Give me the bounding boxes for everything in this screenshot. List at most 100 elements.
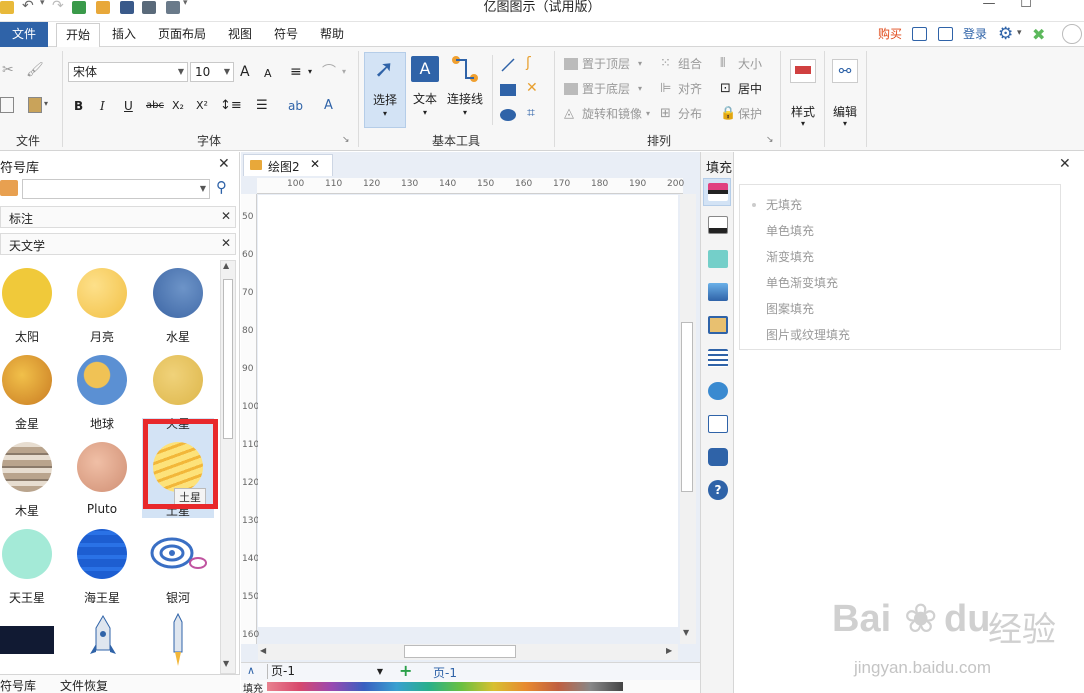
line-spacing-icon[interactable]: ↕≡ bbox=[220, 97, 242, 115]
scroll-up-icon[interactable]: ▲ bbox=[223, 261, 229, 270]
ellipse-icon[interactable] bbox=[500, 109, 516, 121]
select-tool-button[interactable]: ➚ 选择 ▾ bbox=[364, 52, 406, 128]
close-icon[interactable]: ✕ bbox=[221, 209, 231, 223]
hyperlink-icon[interactable] bbox=[708, 382, 728, 400]
document-tab[interactable]: 绘图2 ✕ bbox=[243, 154, 333, 176]
shape-scrollbar[interactable]: ▲ ▼ bbox=[220, 260, 236, 674]
highlight-icon[interactable]: ab bbox=[288, 97, 303, 115]
starfield-shape[interactable] bbox=[0, 626, 54, 654]
scroll-down-icon[interactable]: ▼ bbox=[223, 659, 229, 668]
text-direction-icon[interactable]: ⌒ bbox=[322, 63, 336, 81]
text-tool-button[interactable]: A 文本 ▾ bbox=[408, 52, 442, 128]
point-icon[interactable]: ✕ bbox=[526, 80, 538, 96]
fill-option-single-gradient[interactable]: 单色渐变填充 bbox=[750, 275, 838, 291]
neptune-shape[interactable] bbox=[77, 529, 127, 579]
line-icon[interactable] bbox=[500, 57, 516, 73]
jupiter-shape[interactable] bbox=[2, 442, 52, 492]
mercury-shape[interactable] bbox=[153, 268, 203, 318]
chevron-down-icon[interactable]: ▾ bbox=[646, 105, 650, 123]
fill-tab-button[interactable] bbox=[703, 178, 731, 206]
font-size-select[interactable]: 10 ▼ bbox=[190, 62, 234, 82]
page-tab[interactable]: 页-1 bbox=[433, 664, 457, 681]
avatar[interactable] bbox=[1062, 24, 1082, 44]
category-bar-annotation[interactable]: 标注 ✕ bbox=[0, 206, 236, 228]
underline-button[interactable]: U bbox=[124, 97, 133, 115]
group-button[interactable]: 组合 bbox=[678, 55, 702, 73]
chevron-up-icon[interactable]: ∧ bbox=[247, 664, 255, 677]
send-back-button[interactable]: 置于底层 bbox=[582, 80, 630, 98]
login-link[interactable]: 登录 bbox=[963, 22, 987, 47]
format-painter-icon[interactable]: ✂ bbox=[2, 62, 14, 78]
connector-tool-button[interactable]: 连接线 ▾ bbox=[444, 52, 486, 128]
fill-option-picture-texture[interactable]: 图片或纹理填充 bbox=[750, 327, 850, 343]
attachment-icon[interactable] bbox=[708, 415, 728, 433]
line-style-icon[interactable] bbox=[708, 216, 728, 234]
page-select[interactable]: 页-1 ▼ bbox=[267, 664, 385, 679]
copy-icon[interactable] bbox=[0, 97, 14, 113]
search-icon[interactable]: ⚲ bbox=[216, 178, 227, 196]
superscript-button[interactable]: X² bbox=[196, 97, 208, 115]
tab-view[interactable]: 视图 bbox=[220, 22, 260, 47]
bold-button[interactable]: B bbox=[74, 97, 83, 115]
settings-dropdown-icon[interactable]: ▾ bbox=[1017, 28, 1022, 38]
venus-shape[interactable] bbox=[2, 355, 52, 405]
chevron-down-icon[interactable]: ▾ bbox=[342, 63, 346, 81]
fill-option-none[interactable]: 无填充 bbox=[750, 197, 802, 213]
buy-link[interactable]: 购买 bbox=[878, 22, 902, 47]
close-icon[interactable]: ✕ bbox=[1059, 156, 1071, 172]
category-bar-astronomy[interactable]: 天文学 ✕ bbox=[0, 233, 236, 255]
align-text-icon[interactable]: ≡ bbox=[290, 63, 302, 81]
fill-option-gradient[interactable]: 渐变填充 bbox=[750, 249, 814, 265]
style-button[interactable]: 样式 ▾ bbox=[788, 55, 818, 131]
arrange-dialog-launcher-icon[interactable]: ↘ bbox=[766, 131, 774, 149]
scroll-right-icon[interactable]: ▶ bbox=[666, 646, 672, 655]
minimize-button[interactable]: — bbox=[978, 0, 1000, 12]
bullet-list-icon[interactable]: ☰ bbox=[256, 97, 268, 115]
data-icon[interactable] bbox=[708, 349, 728, 367]
align-button[interactable]: 对齐 bbox=[678, 80, 702, 98]
center-button[interactable]: 居中 bbox=[738, 80, 762, 98]
brush-icon[interactable]: 🖌 bbox=[26, 62, 44, 78]
protect-button[interactable]: 保护 bbox=[738, 105, 762, 123]
symbol-search-input[interactable]: ▼ bbox=[22, 179, 210, 199]
comment-icon[interactable] bbox=[708, 448, 728, 466]
layer-icon[interactable] bbox=[708, 316, 728, 334]
color-swatches[interactable] bbox=[267, 682, 623, 691]
scrollbar-thumb[interactable] bbox=[404, 645, 516, 658]
scrollbar-thumb[interactable] bbox=[681, 322, 693, 492]
rocket-shape[interactable] bbox=[88, 614, 118, 668]
tab-home[interactable]: 开始 bbox=[56, 23, 100, 48]
close-icon[interactable]: ✕ bbox=[310, 157, 320, 171]
canvas-vertical-scrollbar[interactable]: ▼ bbox=[680, 194, 696, 644]
moon-shape[interactable] bbox=[77, 268, 127, 318]
mars-shape[interactable] bbox=[153, 355, 203, 405]
crop-icon[interactable]: ⌗ bbox=[527, 105, 535, 121]
scroll-down-icon[interactable]: ▼ bbox=[683, 628, 689, 637]
library-icon[interactable] bbox=[0, 180, 18, 196]
add-page-icon[interactable]: + bbox=[399, 661, 412, 680]
font-color-icon[interactable]: A bbox=[324, 97, 333, 115]
missile-shape[interactable] bbox=[168, 612, 188, 668]
sun-shape[interactable] bbox=[2, 268, 52, 318]
size-button[interactable]: 大小 bbox=[738, 55, 762, 73]
file-menu[interactable]: 文件 bbox=[0, 22, 48, 47]
earth-shape[interactable] bbox=[77, 355, 127, 405]
close-icon[interactable]: ✕ bbox=[221, 236, 231, 250]
uranus-shape[interactable] bbox=[2, 529, 52, 579]
drawing-page[interactable] bbox=[258, 195, 678, 627]
paste-dropdown-icon[interactable]: ▾ bbox=[44, 99, 48, 108]
canvas-horizontal-scrollbar[interactable]: ◀ ▶ bbox=[258, 644, 678, 660]
distribute-button[interactable]: 分布 bbox=[678, 105, 702, 123]
bring-front-button[interactable]: 置于顶层 bbox=[582, 55, 630, 73]
tab-file-recovery[interactable]: 文件恢复 bbox=[60, 677, 108, 693]
share-icon[interactable] bbox=[912, 27, 927, 41]
close-icon[interactable]: ✕ bbox=[218, 156, 230, 172]
edit-button[interactable]: ⚯ 编辑 ▾ bbox=[830, 55, 860, 131]
screen-icon[interactable] bbox=[938, 27, 953, 41]
tab-symbol-library[interactable]: 符号库 bbox=[0, 677, 36, 693]
fill-option-solid[interactable]: 单色填充 bbox=[750, 223, 814, 239]
scrollbar-thumb[interactable] bbox=[223, 279, 233, 439]
shadow-icon[interactable] bbox=[708, 250, 728, 268]
galaxy-shape[interactable] bbox=[150, 533, 208, 575]
tab-page-layout[interactable]: 页面布局 bbox=[150, 22, 214, 47]
